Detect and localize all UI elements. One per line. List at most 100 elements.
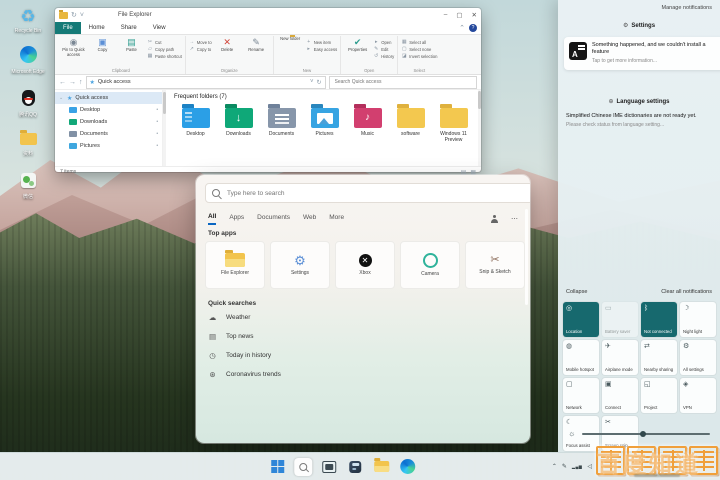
folder-tile-windows11-preview[interactable]: Windows 11 Preview [432, 104, 475, 143]
clear-all-notifications-link[interactable]: Clear all notifications [661, 289, 712, 295]
search-box[interactable] [205, 183, 530, 203]
notification-card[interactable]: Something happened, and we couldn't inst… [564, 37, 720, 70]
tile-airplane-mode[interactable]: Airplane mode [602, 340, 638, 375]
rename-button[interactable]: Rename [243, 37, 270, 53]
folder-tile-software[interactable]: software [389, 104, 432, 143]
chevron-down-icon[interactable] [59, 95, 64, 101]
tab-home[interactable]: Home [81, 22, 113, 34]
desktop-icon-edge[interactable]: Microsoft Edge [4, 46, 52, 75]
language-settings-group-header[interactable]: Language settings [558, 98, 720, 105]
explorer-search-box[interactable] [329, 76, 478, 89]
maximize-button[interactable] [456, 11, 462, 19]
select-none-button[interactable]: Select none [401, 46, 437, 52]
breadcrumb[interactable]: Quick access [98, 79, 307, 85]
pin-to-quick-access-button[interactable]: Pin to Quick access [60, 37, 87, 58]
close-button[interactable] [472, 11, 477, 19]
folder-tile-downloads[interactable]: Downloads [217, 104, 260, 143]
top-app-xbox[interactable]: ✕ Xbox [335, 241, 395, 289]
tab-web[interactable]: Web [303, 214, 316, 224]
tile-vpn[interactable]: VPN [680, 378, 716, 413]
easy-access-button[interactable]: Easy access [306, 46, 338, 52]
tab-view[interactable]: View [145, 22, 174, 34]
invert-selection-button[interactable]: Invert selection [401, 53, 437, 59]
new-item-button[interactable]: New item [306, 39, 338, 45]
widgets-button[interactable] [346, 458, 364, 476]
history-button[interactable]: History [373, 53, 394, 59]
search-input[interactable] [225, 189, 526, 198]
folder-tile-pictures[interactable]: Pictures [303, 104, 346, 143]
sidebar-item-downloads[interactable]: Downloads [55, 116, 162, 128]
top-app-settings[interactable]: ⚙ Settings [270, 241, 330, 289]
sidebar-item-documents[interactable]: Documents [55, 128, 162, 140]
section-header[interactable]: Frequent folders (7) [174, 94, 475, 100]
search-panel-scrollbar[interactable] [525, 209, 528, 305]
tile-mobile-hotspot[interactable]: Mobile hotspot [563, 340, 599, 375]
address-box[interactable]: Quick access [86, 76, 326, 89]
title-bar[interactable]: File Explorer [55, 8, 481, 22]
tile-project[interactable]: Project [641, 378, 677, 413]
tile-nearby-sharing[interactable]: Nearby sharing [641, 340, 677, 375]
back-button[interactable] [59, 79, 66, 86]
quick-search-weather[interactable]: Weather [208, 313, 281, 322]
desktop-icon-qq[interactable]: 腾讯QQ [4, 90, 52, 118]
refresh-icon[interactable] [316, 79, 321, 86]
slider-track[interactable] [582, 433, 710, 435]
copy-button[interactable]: Copy [89, 37, 116, 53]
minimize-button[interactable] [444, 11, 448, 19]
tab-apps[interactable]: Apps [229, 214, 244, 224]
tile-network[interactable]: Network [563, 378, 599, 413]
help-icon[interactable] [469, 24, 477, 32]
start-button[interactable] [268, 458, 286, 476]
move-to-button[interactable]: Move to [189, 39, 212, 45]
collapse-ribbon-icon[interactable] [459, 24, 465, 32]
folder-tile-music[interactable]: Music [346, 104, 389, 143]
edit-button[interactable]: Edit [373, 46, 394, 52]
tile-connect[interactable]: Connect [602, 378, 638, 413]
qat-dropdown-icon[interactable] [80, 12, 84, 19]
desktop-icon-wechat[interactable]: 微信 [4, 172, 52, 200]
notification-card[interactable]: Simplified Chinese IME dictionaries are … [566, 113, 712, 129]
sidebar-item-pictures[interactable]: Pictures [55, 140, 162, 152]
top-app-camera[interactable]: Camera [400, 241, 460, 289]
quick-search-coronavirus-trends[interactable]: Coronavirus trends [208, 370, 281, 379]
tile-location[interactable]: Location [563, 302, 599, 337]
copy-to-button[interactable]: Copy to [189, 46, 212, 52]
paste-button[interactable]: Paste [118, 37, 145, 53]
settings-group-header[interactable]: Settings [558, 22, 720, 29]
slider-thumb[interactable] [640, 431, 646, 437]
taskbar-file-explorer-button[interactable] [372, 458, 390, 476]
sidebar-item-desktop[interactable]: Desktop [55, 104, 162, 116]
taskbar-search-button[interactable] [294, 458, 312, 476]
select-all-button[interactable]: Select all [401, 39, 437, 45]
folder-tile-desktop[interactable]: Desktop [174, 104, 217, 143]
explorer-search-input[interactable] [333, 78, 474, 86]
account-icon[interactable] [490, 215, 498, 223]
desktop-icon-folder[interactable]: 资料 [4, 130, 52, 157]
forward-button[interactable] [69, 79, 76, 86]
copy-path-button[interactable]: Copy path [147, 46, 182, 52]
address-dropdown-icon[interactable] [310, 79, 314, 85]
network-signal-icon[interactable] [572, 464, 583, 470]
tray-expand-icon[interactable] [552, 464, 557, 470]
refresh-icon[interactable] [71, 11, 77, 19]
open-button[interactable]: Open [373, 39, 394, 45]
pen-icon[interactable] [562, 464, 567, 470]
desktop-icon-recycle-bin[interactable]: ♻ Recycle Bin [4, 8, 52, 34]
tab-share[interactable]: Share [113, 22, 145, 34]
quick-access-toolbar[interactable] [59, 11, 84, 19]
top-app-file-explorer[interactable]: File Explorer [205, 241, 265, 289]
tab-documents[interactable]: Documents [257, 214, 290, 224]
manage-notifications-link[interactable]: Manage notifications [662, 5, 712, 11]
tab-file[interactable]: File [55, 22, 81, 34]
content-scrollbar[interactable] [478, 90, 481, 166]
quick-search-today-in-history[interactable]: Today in history [208, 351, 281, 360]
top-app-snip-sketch[interactable]: ✂ Snip & Sketch [465, 241, 525, 289]
tile-bluetooth[interactable]: Not connected [641, 302, 677, 337]
volume-icon[interactable] [587, 464, 592, 470]
properties-button[interactable]: Properties [344, 37, 371, 53]
up-button[interactable] [79, 79, 83, 86]
tile-all-settings[interactable]: All settings [680, 340, 716, 375]
quick-search-top-news[interactable]: Top news [208, 332, 281, 341]
tile-night-light[interactable]: Night light [680, 302, 716, 337]
delete-button[interactable]: Delete [214, 37, 241, 53]
